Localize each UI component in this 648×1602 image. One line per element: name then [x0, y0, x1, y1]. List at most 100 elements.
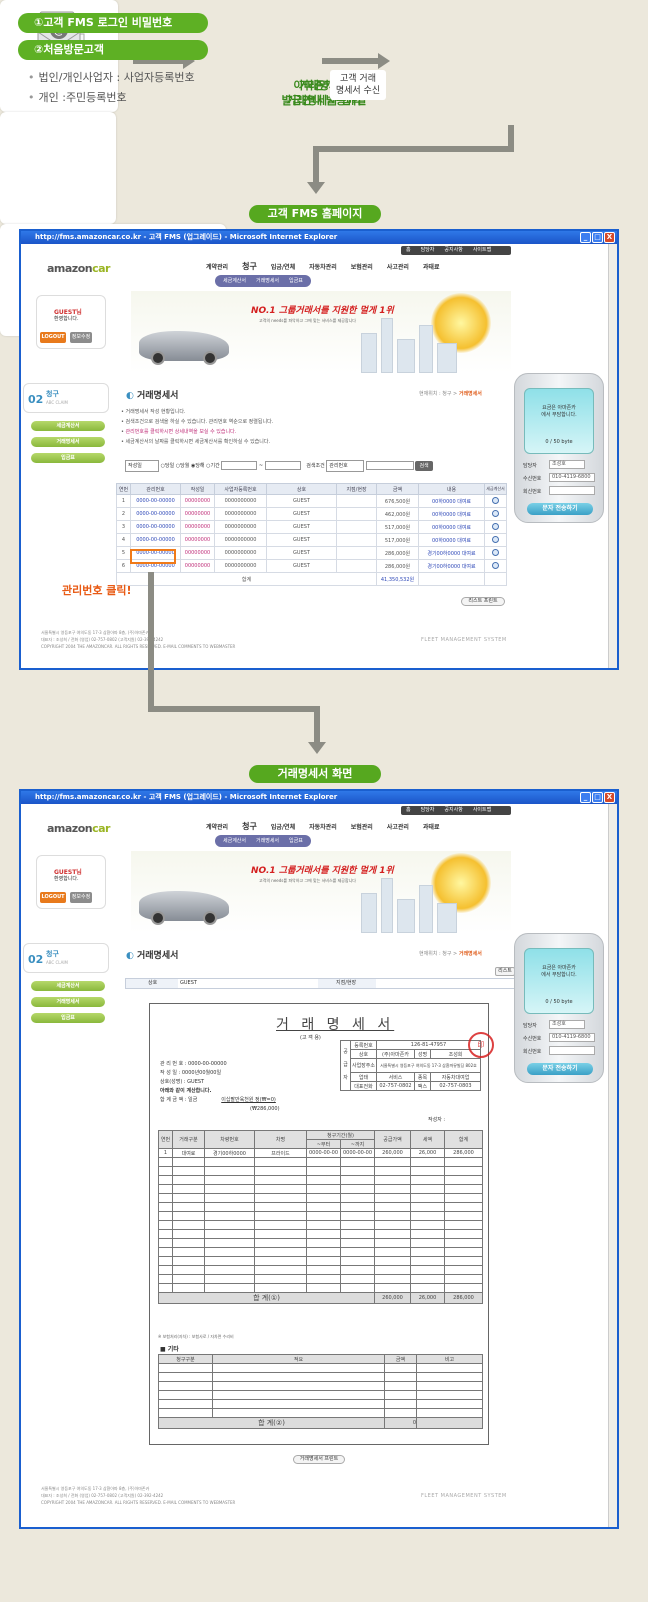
side-menu-tax[interactable]: 세금계산서 [31, 981, 105, 991]
side-menu-receipt[interactable]: 입금표 [31, 1013, 105, 1023]
keyword-input[interactable] [365, 461, 414, 470]
connector-1c [313, 146, 319, 182]
magnifier-icon[interactable] [492, 496, 499, 504]
cell-date-link[interactable]: 00000000 [180, 507, 215, 521]
close-button[interactable]: X [604, 792, 615, 803]
magnifier-icon[interactable] [492, 522, 499, 530]
logout-button[interactable]: LOGOUT [40, 892, 66, 903]
search-button[interactable]: 검색 [415, 461, 433, 471]
edit-info-button[interactable]: 정보수정 [70, 892, 92, 903]
table-row: 1 0000-00-00000 00000000 0000000000 GUEST 676… [116, 494, 507, 508]
date-from-input[interactable] [221, 461, 258, 470]
menu-car[interactable]: 자동차관리 [309, 264, 337, 271]
minimize-button[interactable]: _ [580, 232, 591, 243]
date-type-select[interactable]: 작성일 [125, 460, 159, 472]
radio-period[interactable]: ○기간 [206, 463, 220, 469]
note-2-text: 검색조건으로 검색을 하실 수 있습니다. 관리번호 역순으로 정렬됩니다. [125, 419, 274, 425]
building [419, 885, 433, 933]
submenu-receipt[interactable]: 입금표 [289, 278, 303, 284]
close-button[interactable]: X [604, 232, 615, 243]
scrollbar[interactable] [608, 804, 617, 1527]
maximize-button[interactable]: □ [592, 232, 603, 243]
topnav-manager[interactable]: 담당자 [421, 247, 435, 253]
menu-deposit[interactable]: 입금/연체 [271, 824, 295, 831]
cell-date-link[interactable]: 00000000 [180, 520, 215, 534]
cell-date-link[interactable]: 00000000 [180, 494, 215, 508]
cell-mgmt-link[interactable]: 0000-00-00000 [130, 520, 181, 534]
menu-insurance[interactable]: 보험관리 [351, 824, 373, 831]
menu-car[interactable]: 자동차관리 [309, 824, 337, 831]
empty-cell [254, 1175, 307, 1185]
submenu-tax[interactable]: 세금계산서 [223, 838, 246, 844]
empty-cell [444, 1247, 483, 1257]
menu-fine[interactable]: 과태료 [423, 264, 440, 271]
cell-mgmt-link[interactable]: 0000-00-00000 [130, 494, 181, 508]
banner-sub: 고객의 needs를 파악하고 그에 맞는 서비스를 제공합니다 [259, 318, 356, 323]
topnav-notice[interactable]: 공지사항 [444, 247, 462, 253]
menu-fine[interactable]: 과태료 [423, 824, 440, 831]
cell-mgmt-link[interactable]: 0000-00-00000 [130, 507, 181, 521]
list-button[interactable]: 리스트 [495, 967, 515, 976]
magnifier-icon[interactable] [492, 509, 499, 517]
edit-info-button[interactable]: 정보수정 [70, 332, 92, 343]
topnav-sitemap[interactable]: 사이트맵 [473, 807, 491, 813]
side-menu-tax[interactable]: 세금계산서 [31, 421, 105, 431]
magnifier-icon[interactable] [492, 548, 499, 556]
submenu-statement[interactable]: 거래명세서 [256, 838, 279, 844]
amazoncar-logo[interactable]: amazoncar [47, 822, 110, 835]
list-print-button[interactable]: 리스트 프린트 [461, 597, 505, 606]
menu-claim[interactable]: 청구 [242, 822, 257, 831]
date-to-input[interactable] [264, 461, 301, 470]
logout-button[interactable]: LOGOUT [40, 332, 66, 343]
empty-cell [374, 1265, 411, 1275]
side-title-box: 02 청구 ABC CLAIM [23, 383, 109, 413]
magnifier-icon[interactable] [492, 535, 499, 543]
menu-deposit[interactable]: 입금/연체 [271, 264, 295, 271]
maximize-button[interactable]: □ [592, 792, 603, 803]
menu-insurance[interactable]: 보험관리 [351, 264, 373, 271]
phone-reply-input[interactable] [549, 1046, 595, 1055]
sms-send-button[interactable]: 문자 전송하기 [527, 1063, 593, 1075]
empty-cell [384, 1390, 417, 1400]
topnav-home[interactable]: 홈 [406, 247, 411, 253]
cond-label: 검색조건 [306, 463, 325, 469]
sms-send-button[interactable]: 문자 전송하기 [527, 503, 593, 515]
menu-contract[interactable]: 계약관리 [206, 264, 228, 271]
cell-date-link[interactable]: 00000000 [180, 559, 215, 573]
side-menu-statement[interactable]: 거래명세서 [31, 997, 105, 1007]
topnav-sitemap[interactable]: 사이트맵 [473, 247, 491, 253]
amazoncar-logo[interactable]: amazoncar [47, 262, 110, 275]
phone-reply-input[interactable] [549, 486, 595, 495]
side-menu-statement[interactable]: 거래명세서 [31, 437, 105, 447]
submenu-tax[interactable]: 세금계산서 [223, 278, 246, 284]
cond-select[interactable]: 관리번호 [326, 460, 365, 472]
radio-today[interactable]: ○당일 [161, 463, 175, 469]
menu-accident[interactable]: 사고관리 [387, 264, 409, 271]
phone-manager-select[interactable]: 조성호 [549, 460, 585, 469]
menu-claim[interactable]: 청구 [242, 262, 257, 271]
minimize-button[interactable]: _ [580, 792, 591, 803]
radio-month[interactable]: ○당월 [176, 463, 190, 469]
phone-recv-input[interactable]: 010-4119-6800 [549, 473, 595, 482]
cell-date-link[interactable]: 00000000 [180, 546, 215, 560]
empty-cell [416, 1381, 483, 1391]
cell-mgmt-link[interactable]: 0000-00-00000 [130, 533, 181, 547]
menu-accident[interactable]: 사고관리 [387, 824, 409, 831]
phone-recv-input[interactable]: 010-4119-6800 [549, 1033, 595, 1042]
phone-manager-select[interactable]: 조성호 [549, 1020, 585, 1029]
empty-cell [340, 1238, 375, 1248]
magnifier-icon[interactable] [492, 561, 499, 569]
cell-date-link[interactable]: 00000000 [180, 533, 215, 547]
side-menu-receipt[interactable]: 입금표 [31, 453, 105, 463]
menu-contract[interactable]: 계약관리 [206, 824, 228, 831]
statement-print-button[interactable]: 거래명세서 프린트 [293, 1455, 345, 1464]
topnav-home[interactable]: 홈 [406, 807, 411, 813]
submenu-receipt[interactable]: 입금표 [289, 838, 303, 844]
submenu-statement[interactable]: 거래명세서 [256, 278, 279, 284]
radio-year[interactable]: ◉당해 [191, 463, 205, 469]
topnav-notice[interactable]: 공지사항 [444, 807, 462, 813]
footer-address: 서울특별시 영등포구 여의도동 17-3 삼환아파 8층, (주)아마존카 [41, 630, 150, 635]
topnav-manager[interactable]: 담당자 [421, 807, 435, 813]
top-nav: 홈 담당자 공지사항 사이트맵 [401, 246, 511, 255]
scrollbar[interactable] [608, 244, 617, 668]
